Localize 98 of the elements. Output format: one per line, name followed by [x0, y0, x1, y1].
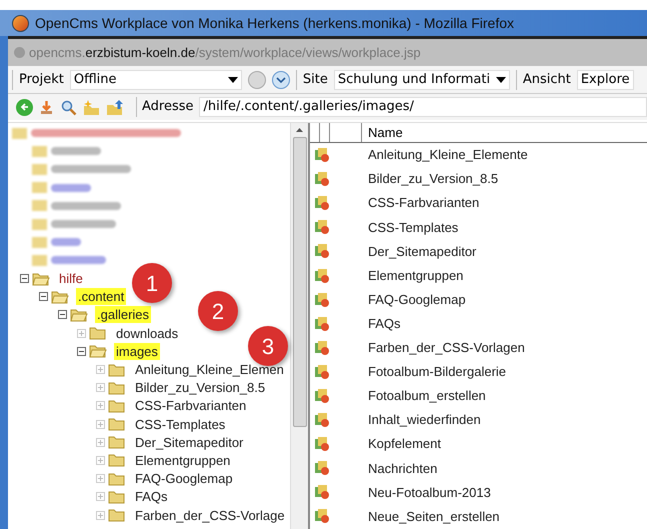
blurred-tree-item [32, 145, 101, 158]
gallery-folder-icon [314, 292, 330, 308]
open-folder-icon [70, 308, 88, 322]
blurred-tree-item [32, 236, 81, 248]
folder-icon [108, 398, 126, 413]
collapse-toggle-icon[interactable] [20, 274, 29, 284]
gallery-folder-icon [314, 412, 330, 428]
tree-item[interactable]: hilfe [57, 270, 85, 288]
tree-item[interactable]: .content [76, 288, 126, 306]
tree-item[interactable]: .galleries [95, 306, 152, 324]
gallery-folder-icon [314, 484, 330, 500]
collapse-toggle-icon[interactable] [77, 346, 86, 356]
open-folder-icon [32, 272, 50, 286]
chevron-down-icon[interactable] [272, 70, 290, 88]
tree-item[interactable]: images [114, 342, 160, 360]
scrollbar[interactable] [290, 123, 308, 529]
folder-icon [108, 417, 126, 432]
folder-icon [108, 508, 126, 522]
view-label: Ansicht [522, 70, 571, 89]
folder-icon [108, 435, 126, 450]
folder-icon [108, 362, 126, 377]
gallery-folder-icon [314, 171, 330, 188]
list-item[interactable]: FAQs [368, 314, 401, 334]
address-label: Adresse [142, 98, 194, 116]
magnifier-icon[interactable] [60, 98, 77, 116]
tree-item[interactable]: Farben_der_CSS-Vorlage [133, 506, 287, 524]
site-dropdown[interactable]: Schulung und Informati [334, 70, 510, 90]
gallery-folder-icon [314, 268, 330, 284]
view-dropdown[interactable]: Explore [576, 70, 634, 90]
list-item[interactable]: Fotoalbum-Bildergalerie [368, 362, 506, 382]
expand-toggle-icon[interactable] [96, 365, 105, 374]
collapse-toggle-icon[interactable] [39, 292, 48, 302]
tree-item[interactable]: Bilder_zu_Version_8.5 [133, 379, 268, 396]
folder-icon [108, 490, 126, 504]
numbered-callout: 1 [132, 263, 172, 303]
dropdown-caret-icon [228, 76, 238, 82]
list-item[interactable]: Der_Sitemapeditor [368, 242, 476, 262]
site-label: Site [302, 70, 328, 89]
list-item[interactable]: Bilder_zu_Version_8.5 [368, 169, 498, 189]
scrollbar-thumb[interactable] [292, 137, 306, 427]
folder-icon [108, 472, 126, 486]
list-item[interactable]: Fotoalbum_erstellen [368, 386, 486, 406]
gallery-folder-icon [314, 508, 330, 524]
tree-item[interactable]: Der_Sitemapeditor [133, 434, 246, 451]
expand-toggle-icon[interactable] [96, 510, 105, 520]
expand-toggle-icon[interactable] [96, 383, 105, 392]
expand-toggle-icon[interactable] [96, 401, 105, 410]
gallery-folder-icon [314, 364, 330, 380]
dropdown-caret-icon [496, 76, 506, 82]
project-dropdown[interactable]: Offline [70, 70, 242, 90]
folder-up-icon[interactable] [106, 98, 125, 116]
numbered-callout: 3 [248, 326, 288, 366]
tree-item[interactable]: CSS-Farbvarianten [133, 397, 248, 414]
expand-toggle-icon[interactable] [96, 492, 105, 502]
gallery-folder-icon [314, 243, 330, 260]
list-item[interactable]: Kopfelement [368, 434, 441, 454]
window-title: OpenCms Workplace von Monika Herkens (herkens.monika) - Mozilla Firefox [35, 14, 514, 33]
list-item[interactable]: CSS-Farbvarianten [368, 193, 480, 213]
gallery-folder-icon [314, 219, 330, 236]
sparkle-folder-icon[interactable] [82, 98, 101, 116]
list-item[interactable]: Anleitung_Kleine_Elemente [368, 145, 528, 165]
folder-icon [108, 453, 126, 468]
folder-icon [108, 380, 126, 395]
expand-toggle-icon[interactable] [96, 474, 105, 484]
expand-toggle-icon[interactable] [77, 328, 86, 338]
list-item[interactable]: Nachrichten [368, 458, 438, 478]
open-folder-icon [89, 344, 107, 358]
project-label: Projekt [19, 70, 64, 89]
gallery-folder-icon [314, 195, 330, 212]
list-item[interactable]: CSS-Templates [368, 218, 458, 238]
expand-toggle-icon[interactable] [96, 438, 105, 447]
tree-item[interactable]: CSS-Templates [133, 416, 228, 433]
tree-item[interactable]: downloads [114, 324, 180, 342]
url-text: opencms.erzbistum-koeln.de/system/workplace/views/workplace.jsp [29, 44, 421, 62]
address-field[interactable]: /hilfe/.content/.galleries/images/ [198, 97, 647, 117]
gallery-folder-icon [314, 147, 330, 164]
tree-item[interactable]: FAQ-Googlemap [133, 470, 235, 488]
gallery-folder-icon [314, 388, 330, 404]
column-header[interactable]: Name [362, 123, 403, 142]
tree-item[interactable]: Elementgruppen [133, 452, 232, 469]
gallery-folder-icon [314, 316, 330, 332]
tree-item[interactable]: FAQs [133, 488, 170, 506]
open-folder-icon [51, 290, 69, 304]
gallery-folder-icon [314, 460, 330, 476]
list-item[interactable]: Farben_der_CSS-Vorlagen [368, 338, 525, 358]
numbered-callout: 2 [198, 291, 238, 331]
collapse-toggle-icon[interactable] [58, 310, 67, 320]
list-item[interactable]: Neu-Fotoalbum-2013 [368, 482, 491, 502]
expand-toggle-icon[interactable] [96, 456, 105, 465]
expand-toggle-icon[interactable] [96, 420, 105, 429]
list-item[interactable]: Elementgruppen [368, 266, 464, 286]
folder-icon [89, 326, 107, 340]
blurred-tree-item [32, 182, 91, 194]
list-item[interactable]: FAQ-Googlemap [368, 290, 466, 310]
list-item[interactable]: Neue_Seiten_erstellen [368, 506, 500, 526]
gallery-folder-icon [314, 340, 330, 356]
gallery-folder-icon [314, 436, 330, 452]
list-item[interactable]: Inhalt_wiederfinden [368, 410, 481, 430]
